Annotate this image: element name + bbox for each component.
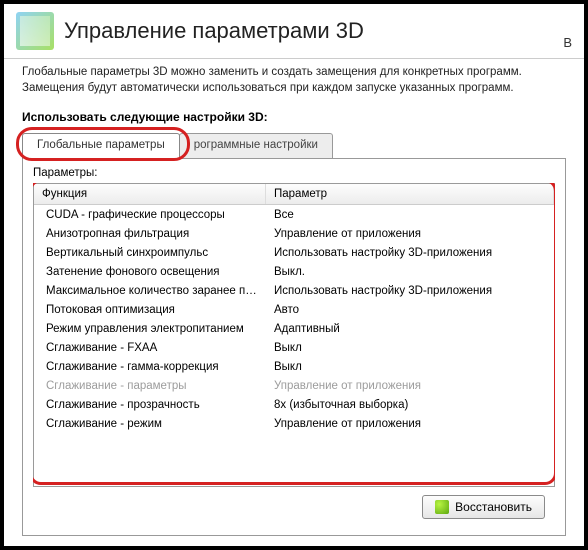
truncated-text: В xyxy=(563,35,572,50)
cell-function: Затенение фонового освещения xyxy=(34,265,266,279)
cell-function: Сглаживание - параметры xyxy=(34,379,266,393)
cell-parameter: Выкл xyxy=(266,360,554,374)
cell-parameter: Все xyxy=(266,208,554,222)
table-row[interactable]: Сглаживание - гамма-коррекцияВыкл xyxy=(34,357,554,376)
cell-parameter: Управление от приложения xyxy=(266,379,554,393)
table-body[interactable]: CUDA - графические процессорыВсеАнизотро… xyxy=(34,205,554,486)
table-row[interactable]: Сглаживание - прозрачность8x (избыточная… xyxy=(34,395,554,414)
tab-panel-global: Параметры: Функция Параметр CUDA - графи… xyxy=(22,158,566,536)
cell-parameter: Использовать настройку 3D-приложения xyxy=(266,284,554,298)
table-row[interactable]: Потоковая оптимизацияАвто xyxy=(34,300,554,319)
cell-function: Режим управления электропитанием xyxy=(34,322,266,336)
table-row[interactable]: Режим управления электропитаниемАдаптивн… xyxy=(34,319,554,338)
table-row: Сглаживание - параметрыУправление от при… xyxy=(34,376,554,395)
cell-function: Вертикальный синхроимпульс xyxy=(34,246,266,260)
cell-function: Сглаживание - гамма-коррекция xyxy=(34,360,266,374)
cell-parameter: Выкл. xyxy=(266,265,554,279)
column-header-function[interactable]: Функция xyxy=(34,184,266,204)
column-header-parameter[interactable]: Параметр xyxy=(266,184,554,204)
cell-function: Сглаживание - FXAA xyxy=(34,341,266,355)
tab-bar: Глобальные параметры рограммные настройк… xyxy=(22,132,566,158)
cell-parameter: Авто xyxy=(266,303,554,317)
params-label: Параметры: xyxy=(33,167,555,179)
cell-parameter: Управление от приложения xyxy=(266,227,554,241)
cell-parameter: 8x (избыточная выборка) xyxy=(266,398,554,412)
cell-function: Сглаживание - режим xyxy=(34,417,266,431)
table-header: Функция Параметр xyxy=(34,184,554,205)
cell-function: CUDA - графические процессоры xyxy=(34,208,266,222)
nvidia-icon xyxy=(435,500,449,514)
restore-button[interactable]: Восстановить xyxy=(422,495,545,519)
table-row[interactable]: Сглаживание - режимУправление от приложе… xyxy=(34,414,554,433)
table-row[interactable]: Вертикальный синхроимпульсИспользовать н… xyxy=(34,243,554,262)
cell-function: Потоковая оптимизация xyxy=(34,303,266,317)
cell-parameter: Управление от приложения xyxy=(266,417,554,431)
tab-global[interactable]: Глобальные параметры xyxy=(22,133,180,159)
table-row[interactable]: Анизотропная фильтрацияУправление от при… xyxy=(34,224,554,243)
cell-function: Сглаживание - прозрачность xyxy=(34,398,266,412)
restore-button-label: Восстановить xyxy=(455,500,532,514)
cell-function: Анизотропная фильтрация xyxy=(34,227,266,241)
section-label: Использовать следующие настройки 3D: xyxy=(22,110,566,124)
cell-parameter: Адаптивный xyxy=(266,322,554,336)
page-title: Управление параметрами 3D xyxy=(64,18,563,44)
table-row[interactable]: CUDA - графические процессорыВсе xyxy=(34,205,554,224)
cell-function: Максимальное количество заранее под… xyxy=(34,284,266,298)
title-bar: Управление параметрами 3D В xyxy=(4,4,584,59)
cell-parameter: Выкл xyxy=(266,341,554,355)
app-icon xyxy=(16,12,54,50)
table-row[interactable]: Затенение фонового освещенияВыкл. xyxy=(34,262,554,281)
table-row[interactable]: Максимальное количество заранее под…Испо… xyxy=(34,281,554,300)
description-text: Глобальные параметры 3D можно заменить и… xyxy=(22,65,566,96)
tab-program[interactable]: рограммные настройки xyxy=(179,133,333,159)
settings-table[interactable]: Функция Параметр CUDA - графические проц… xyxy=(33,183,555,487)
table-row[interactable]: Сглаживание - FXAAВыкл xyxy=(34,338,554,357)
cell-parameter: Использовать настройку 3D-приложения xyxy=(266,246,554,260)
